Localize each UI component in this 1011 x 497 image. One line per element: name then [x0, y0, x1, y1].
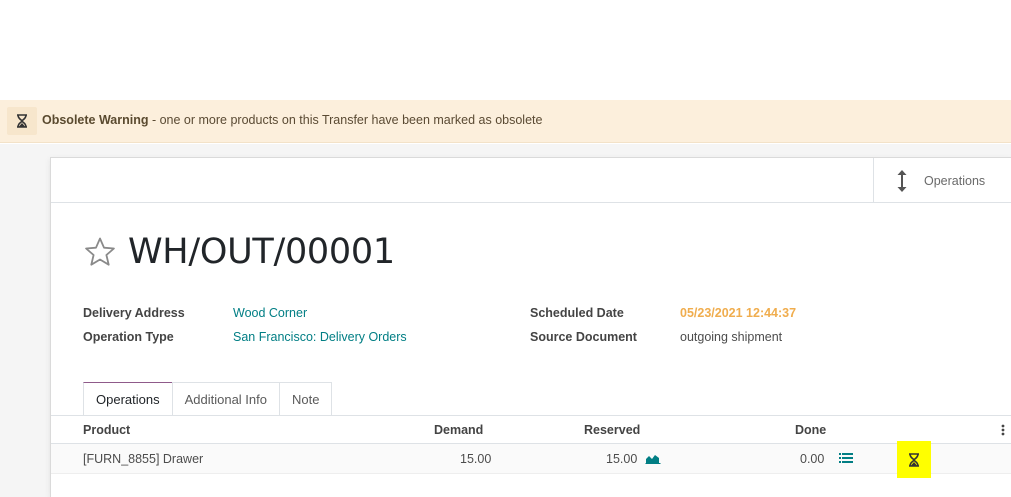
top-blank-area: [0, 0, 1011, 100]
button-box: Operations: [51, 158, 1011, 203]
operations-smart-button[interactable]: Operations: [873, 158, 1011, 203]
obsolete-hourglass-icon: [897, 441, 931, 478]
delivery-address-label: Delivery Address: [83, 306, 185, 320]
delivery-address-link[interactable]: Wood Corner: [233, 306, 307, 320]
notebook-tabs: Operations Additional Info Note: [83, 382, 333, 416]
warning-message: Obsolete Warning - one or more products …: [42, 113, 542, 127]
column-header-product[interactable]: Product: [83, 423, 130, 437]
tab-note[interactable]: Note: [279, 382, 333, 416]
source-document-value: outgoing shipment: [680, 330, 783, 344]
operations-button-label: Operations: [924, 173, 986, 188]
warning-body: - one or more products on this Transfer …: [148, 113, 543, 127]
row-product: [FURN_8855] Drawer: [83, 452, 204, 466]
vertical-arrows-icon: [890, 168, 914, 194]
record-title-row: WH/OUT/00001: [83, 232, 395, 272]
column-header-demand[interactable]: Demand: [434, 423, 483, 437]
scheduled-date-value: 05/23/2021 12:44:37: [680, 306, 797, 320]
column-header-reserved[interactable]: Reserved: [584, 423, 640, 437]
star-outline-icon[interactable]: [83, 235, 117, 269]
optional-columns-icon[interactable]: [1000, 424, 1006, 436]
scheduled-date-label: Scheduled Date: [530, 306, 624, 320]
operation-type-link[interactable]: San Francisco: Delivery Orders: [233, 330, 407, 344]
tab-additional-info[interactable]: Additional Info: [171, 382, 280, 416]
row-done: 0.00: [800, 452, 825, 466]
form-sheet: Operations WH/OUT/00001 Delivery Address…: [50, 157, 1011, 497]
hourglass-icon: [7, 107, 37, 135]
warning-title: Obsolete Warning: [42, 113, 149, 127]
operation-type-label: Operation Type: [83, 330, 174, 344]
source-document-label: Source Document: [530, 330, 637, 344]
area-chart-icon[interactable]: [645, 452, 661, 464]
tab-operations[interactable]: Operations: [83, 382, 173, 416]
tabs-divider: [51, 415, 1011, 416]
record-name: WH/OUT/00001: [128, 232, 395, 272]
row-reserved: 15.00: [606, 452, 638, 466]
row-demand: 15.00: [460, 452, 492, 466]
list-details-icon[interactable]: [839, 452, 853, 464]
column-header-done[interactable]: Done: [795, 423, 826, 437]
